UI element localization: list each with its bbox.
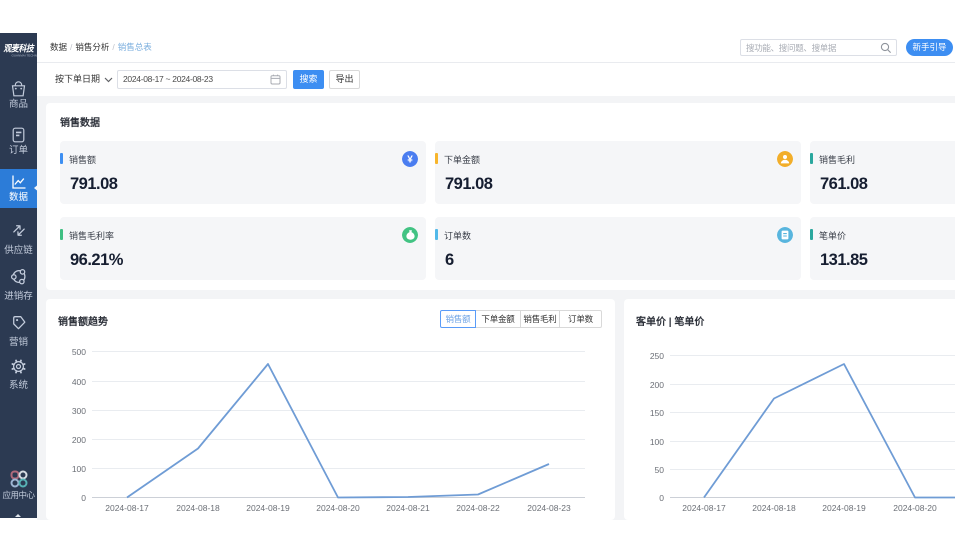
svg-text:2024-08-17: 2024-08-17 [682,503,726,513]
svg-text:2024-08-22: 2024-08-22 [456,503,500,513]
svg-text:100: 100 [72,464,86,474]
svg-text:50: 50 [655,465,665,475]
svg-text:150: 150 [650,408,664,418]
svg-text:500: 500 [72,347,86,357]
svg-text:2024-08-20: 2024-08-20 [893,503,937,513]
svg-text:100: 100 [650,437,664,447]
svg-text:200: 200 [72,435,86,445]
svg-text:2024-08-19: 2024-08-19 [822,503,866,513]
svg-text:2024-08-19: 2024-08-19 [246,503,290,513]
svg-text:2024-08-18: 2024-08-18 [752,503,796,513]
svg-text:200: 200 [650,380,664,390]
svg-text:400: 400 [72,377,86,387]
svg-text:2024-08-23: 2024-08-23 [527,503,571,513]
svg-text:2024-08-20: 2024-08-20 [316,503,360,513]
svg-text:250: 250 [650,351,664,361]
svg-text:2024-08-18: 2024-08-18 [176,503,220,513]
svg-text:¥: ¥ [407,155,413,166]
svg-text:0: 0 [659,493,664,503]
svg-text:300: 300 [72,406,86,416]
svg-text:2024-08-17: 2024-08-17 [105,503,149,513]
svg-text:2024-08-21: 2024-08-21 [386,503,430,513]
svg-text:0: 0 [81,493,86,503]
